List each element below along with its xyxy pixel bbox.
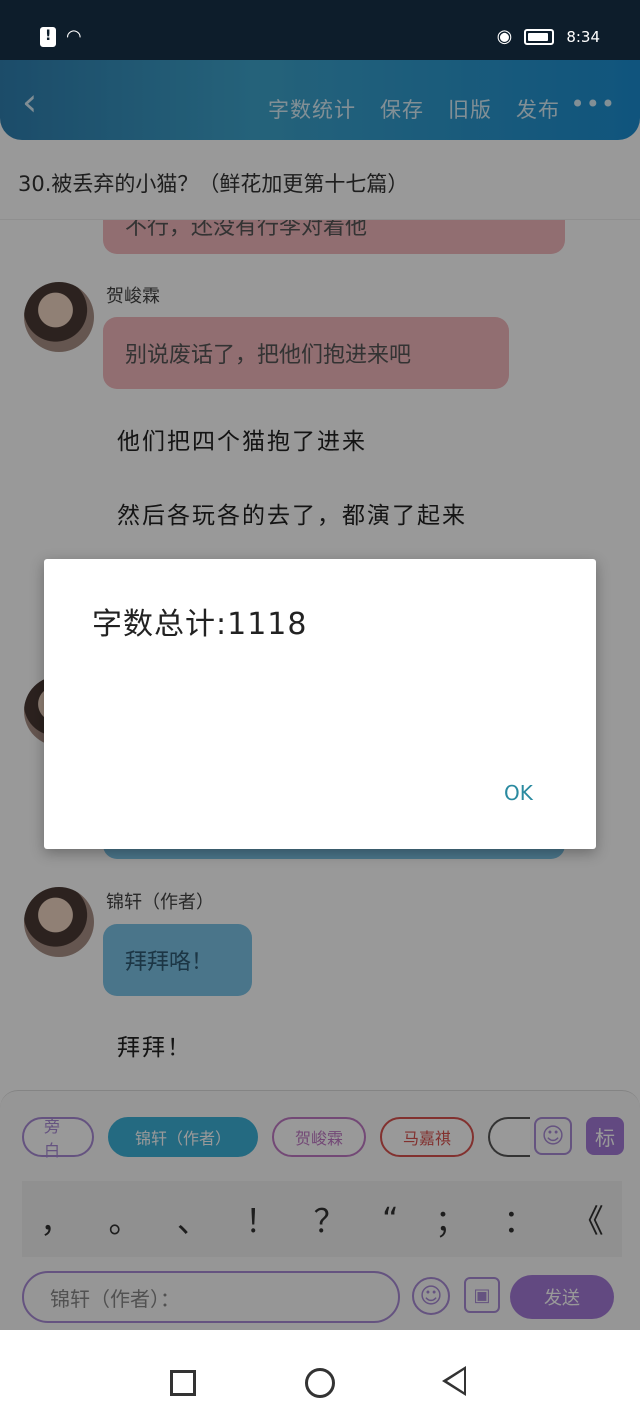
- system-nav-bar: [0, 1330, 640, 1415]
- eye-icon: ◉: [496, 26, 513, 47]
- wifi-icon: ◠: [66, 26, 82, 47]
- word-count-dialog: 字数总计:1118 OK: [44, 559, 596, 849]
- clock: 8:34: [566, 27, 600, 46]
- ok-button[interactable]: OK: [504, 781, 533, 805]
- battery-alert-icon: [40, 26, 56, 47]
- word-count-message: 字数总计:1118: [92, 607, 308, 642]
- status-bar: ◠ ◉ 8:34: [0, 0, 640, 60]
- battery-icon: [524, 28, 555, 45]
- recents-icon[interactable]: [170, 1370, 196, 1396]
- home-icon[interactable]: [305, 1368, 335, 1398]
- back-icon[interactable]: [442, 1366, 466, 1396]
